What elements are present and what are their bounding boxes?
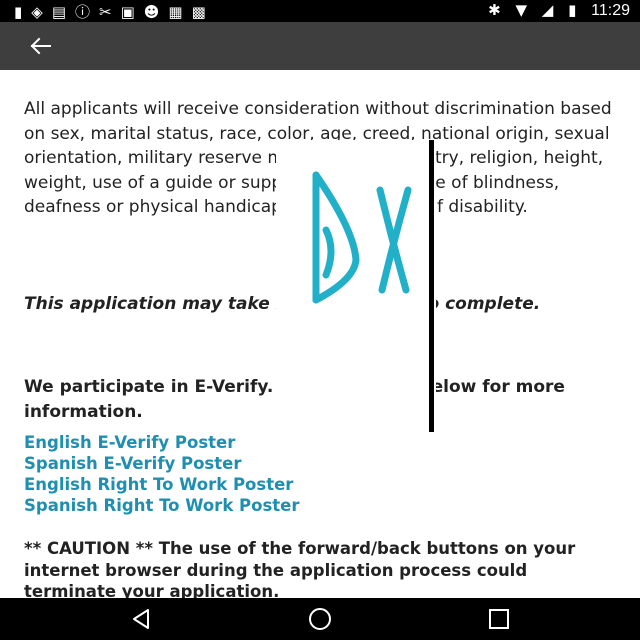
dx-logo bbox=[312, 171, 412, 304]
link-english-everify-poster[interactable]: English E-Verify Poster bbox=[24, 432, 616, 453]
wifi-icon: ▼ bbox=[515, 1, 527, 19]
system-icons: ✱ ▼ ◢ ▮ 11:29 bbox=[478, 1, 630, 20]
divider-line bbox=[429, 140, 434, 432]
logo-overlay bbox=[276, 140, 436, 432]
arrow-left-icon bbox=[30, 37, 51, 55]
eye-icon: ◈ bbox=[31, 3, 52, 21]
link-spanish-everify-poster[interactable]: Spanish E-Verify Poster bbox=[24, 453, 616, 474]
cellular-icon: ◢ bbox=[541, 1, 554, 19]
link-spanish-right-to-work-poster[interactable]: Spanish Right To Work Poster bbox=[24, 495, 616, 516]
lock-icon: ▣ bbox=[120, 3, 144, 21]
photo-icon: ▦ bbox=[168, 3, 192, 21]
nav-recents-button[interactable] bbox=[484, 606, 514, 632]
back-button[interactable] bbox=[26, 32, 62, 60]
caution-notice: ** CAUTION ** The use of the forward/bac… bbox=[24, 539, 576, 598]
nav-back-button[interactable] bbox=[126, 606, 156, 632]
notification-icons: ▮◈▤ⓘ✂▣☻▦▩ bbox=[14, 1, 215, 22]
square-recents-icon bbox=[489, 609, 509, 629]
notification-icon: ▮ bbox=[14, 3, 32, 21]
circle-home-icon bbox=[309, 608, 331, 630]
cat-icon: ☻ bbox=[143, 3, 169, 21]
clock: 11:29 bbox=[591, 2, 630, 19]
triangle-back-icon bbox=[133, 609, 149, 629]
status-bar: ▮◈▤ⓘ✂▣☻▦▩ ✱ ▼ ◢ ▮ 11:29 bbox=[0, 0, 640, 22]
info-icon: ⓘ bbox=[75, 3, 100, 21]
nav-bar bbox=[0, 598, 640, 640]
poster-links: English E-Verify Poster Spanish E-Verify… bbox=[24, 432, 616, 516]
no-signal-icon: ✂ bbox=[99, 3, 121, 21]
link-english-right-to-work-poster[interactable]: English Right To Work Poster bbox=[24, 474, 616, 495]
bluetooth-icon: ✱ bbox=[488, 1, 501, 19]
nav-home-button[interactable] bbox=[305, 606, 335, 632]
email-icon: ▤ bbox=[51, 3, 75, 21]
app-bar bbox=[0, 22, 640, 70]
briefcase-icon: ▩ bbox=[191, 3, 215, 21]
battery-icon: ▮ bbox=[568, 1, 577, 19]
